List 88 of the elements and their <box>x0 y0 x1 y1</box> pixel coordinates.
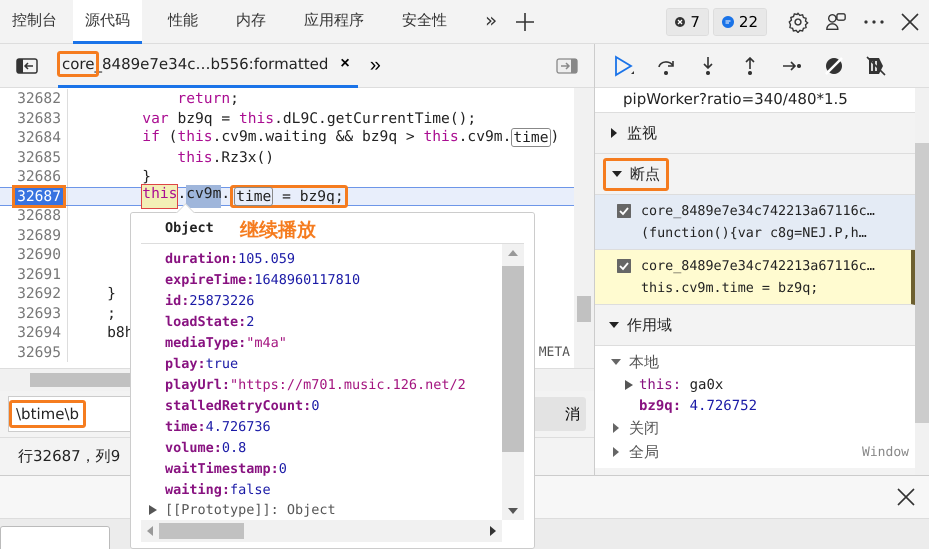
more-icon[interactable] <box>863 18 885 24</box>
variable: this: ga0x <box>639 376 724 392</box>
more-files-button[interactable]: » <box>364 53 387 78</box>
panel-tab[interactable]: 内存 <box>224 0 278 44</box>
settings-icon[interactable] <box>787 10 809 32</box>
object-property: duration:105.059 <box>165 250 296 268</box>
line-number: 32684 <box>16 129 62 146</box>
line-number: 32695 <box>16 344 62 361</box>
line-number: 32686 <box>16 168 62 186</box>
line-number: 32689 <box>16 226 62 244</box>
feedback-icon[interactable] <box>825 10 847 32</box>
expand-icon[interactable] <box>625 380 633 390</box>
scrollbar[interactable] <box>502 244 524 520</box>
breakpoint-file: core_8489e7e34c742213a67116c… <box>641 203 875 221</box>
sidebar-toggle-icon[interactable] <box>16 58 38 74</box>
breakpoint-code: this.cv9m.time = bz9q; <box>641 280 820 298</box>
code-line: } <box>141 168 152 186</box>
line-number: 32682 <box>16 90 62 108</box>
pause-on-exceptions-icon[interactable] <box>865 54 887 76</box>
expand-icon[interactable] <box>149 505 157 515</box>
annotation-label: 继续播放 <box>240 218 316 243</box>
breakpoint-item[interactable]: core_8489e7e34c742213a67116c… this.cv9m.time = bz9q; <box>595 250 915 305</box>
panel-toggle-icon[interactable] <box>556 58 578 74</box>
highlight-box: time = bz9q; <box>230 184 348 208</box>
panel-tab[interactable]: 控制台 <box>0 0 69 44</box>
line-number: 32693 <box>16 304 62 322</box>
checkbox[interactable] <box>617 204 631 218</box>
checkbox[interactable] <box>617 259 631 273</box>
message-icon <box>722 16 734 28</box>
object-property: time:4.726736 <box>165 418 272 436</box>
code-line: } <box>106 285 116 302</box>
object-property: loadState:2 <box>165 312 256 332</box>
object-property: volume:0.8 <box>165 438 248 458</box>
scope-value: Window <box>862 444 909 460</box>
issue-count[interactable]: 22 <box>712 8 767 36</box>
line-number: 32687 <box>15 188 63 205</box>
object-property: id:25873226 <box>165 292 256 310</box>
add-icon[interactable] <box>515 12 536 32</box>
object-property: expireTime:1648960117810 <box>165 270 362 290</box>
breakpoint-file: core_8489e7e34c742213a67116c… <box>641 258 875 276</box>
object-property: play:true <box>165 354 240 374</box>
error-icon <box>675 16 686 26</box>
code-line: this.Rz3x() <box>176 148 274 166</box>
breakpoint-item[interactable]: core_8489e7e34c742213a67116c… (function(){var c8g=NEJ.P,h… <box>595 195 915 250</box>
scope-name[interactable]: 本地 <box>629 352 659 372</box>
object-property: [[Prototype]]: Object <box>165 502 336 518</box>
code-line: return; <box>176 90 239 108</box>
cursor-position: 行32687，列9 <box>18 447 120 466</box>
panel-tab[interactable]: 性能 <box>156 0 210 44</box>
code-line: var bz9q = this.dL9C.getCurrentTime(); <box>141 110 476 127</box>
section-header[interactable]: 断点 <box>603 158 669 190</box>
collapse-icon[interactable] <box>612 169 622 179</box>
line-number: 32692 <box>16 285 62 302</box>
line-number: 32694 <box>16 324 62 342</box>
line-number: 32691 <box>16 266 62 283</box>
scope-name[interactable]: 关闭 <box>629 418 659 438</box>
collapse-icon[interactable] <box>609 320 619 330</box>
popover-title: Object <box>165 220 214 236</box>
line-number: 32683 <box>16 110 62 127</box>
deactivate-breakpoints-icon[interactable] <box>823 54 845 76</box>
code-line: if (this.cv9m.waiting && bz9q > this.cv9m.time) <box>141 128 560 148</box>
object-property: waiting:false <box>165 480 272 500</box>
panel-tab[interactable]: 安全性 <box>390 0 459 44</box>
panel-tab[interactable]: 应用程序 <box>292 0 376 44</box>
section-header[interactable]: 监视 <box>603 120 663 146</box>
horizontal-scrollbar[interactable] <box>141 520 502 542</box>
close-icon[interactable] <box>901 12 919 30</box>
section-header[interactable]: 作用域 <box>603 312 678 338</box>
code-line: this.cv9m. time = bz9q; <box>68 184 348 208</box>
object-property: stalledRetryCount:0 <box>165 396 320 416</box>
object-property: waitTimestamp:0 <box>165 460 288 478</box>
object-property: mediaType:"m4a" <box>165 334 288 352</box>
more-tabs-button[interactable]: » <box>473 0 510 44</box>
close-tab-button[interactable]: × <box>336 55 354 73</box>
line-number: 32690 <box>16 246 62 264</box>
panel-tab[interactable]: 源代码 <box>73 0 142 44</box>
issue-count[interactable]: 7 <box>666 8 709 36</box>
breakpoint-code: (function(){var c8g=NEJ.P,h… <box>641 225 868 243</box>
line-number: 32685 <box>16 148 62 166</box>
code-line: ; <box>106 304 116 322</box>
line-number: 32688 <box>16 207 62 224</box>
variable: bz9q: 4.726752 <box>639 398 758 414</box>
scope-name[interactable]: 全局 <box>629 442 659 462</box>
close-icon[interactable] <box>897 488 915 506</box>
expand-icon[interactable] <box>609 128 619 138</box>
scrollbar[interactable] <box>574 88 594 368</box>
autocomplete-hint: META <box>538 344 570 360</box>
object-property: playUrl:"https://m701.music.126.net/2 <box>165 376 467 394</box>
